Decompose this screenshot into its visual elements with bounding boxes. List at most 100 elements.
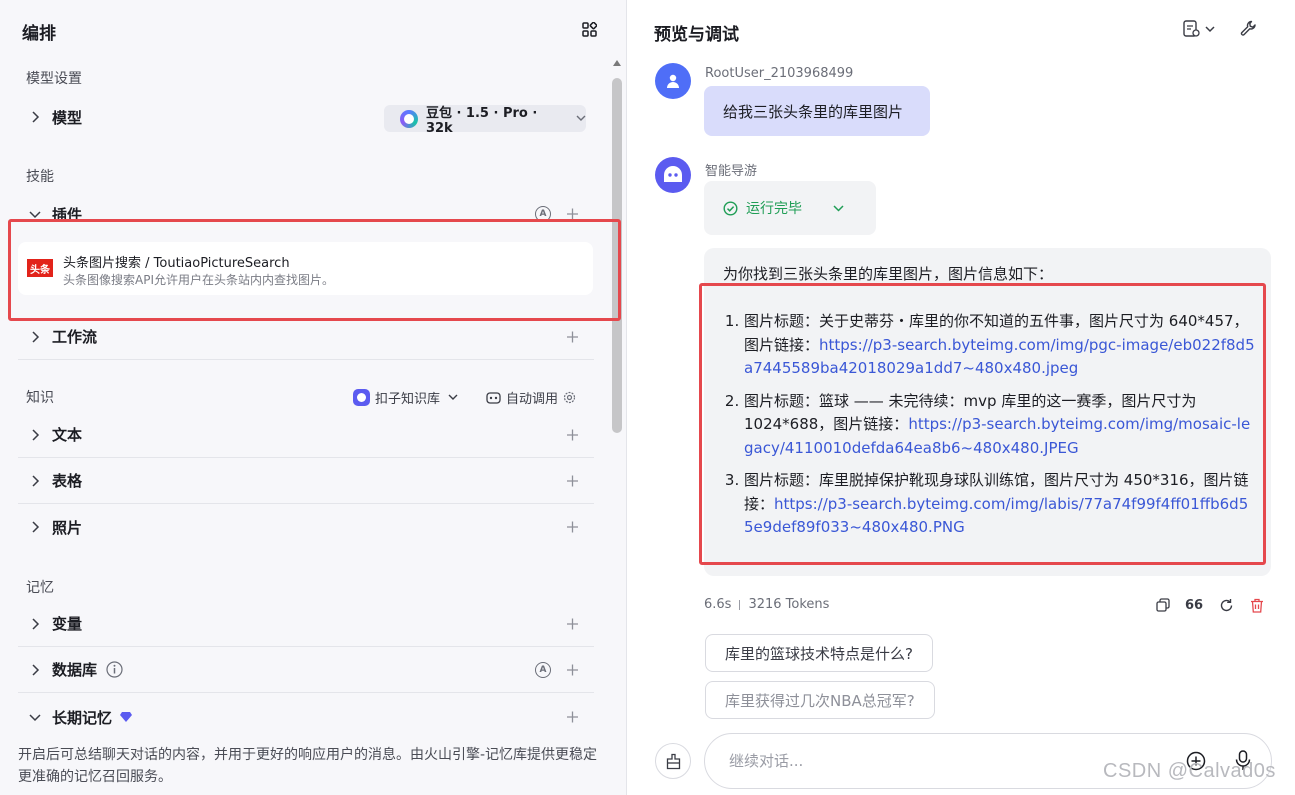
panel-title: 编排 (22, 24, 56, 44)
plus-icon[interactable] (567, 331, 578, 342)
suggestion-text: 库里的篮球技术特点是什么? (725, 644, 913, 663)
knowledge-row-label: 文本 (52, 426, 83, 444)
chevron-right-icon[interactable] (26, 472, 44, 490)
user-message: 给我三张头条里的库里图片 (704, 86, 930, 136)
section-label-memory: 记忆 (26, 580, 54, 596)
broom-icon (666, 753, 680, 769)
user-avatar (655, 63, 691, 99)
run-status-toggle[interactable]: 运行完毕 (704, 181, 876, 235)
long-term-memory-label: 长期记忆 (52, 708, 113, 727)
robot-icon (486, 391, 501, 404)
workflow-row-label: 工作流 (52, 328, 98, 346)
list-item: 图片标题：库里脱掉保护靴现身球队训练馆，图片尺寸为 450*316，图片链接：h… (744, 469, 1256, 540)
toutiao-logo: 头条 (27, 259, 53, 277)
auto-call-toggle[interactable]: 自动调用 (486, 388, 576, 407)
chevron-right-icon[interactable] (26, 661, 44, 679)
database-row[interactable]: 数据库 A (18, 647, 594, 693)
result-link[interactable]: https://p3-search.byteimg.com/img/pgc-im… (744, 336, 1255, 378)
check-circle-icon (723, 200, 738, 216)
model-row-label: 模型 (52, 108, 83, 127)
section-label-knowledge: 知识 (26, 390, 54, 406)
chevron-down-icon[interactable] (26, 708, 44, 726)
delete-icon[interactable] (1248, 596, 1266, 614)
scroll-up-arrow-icon[interactable] (613, 60, 621, 66)
plugin-card-toutiao[interactable]: 头条 头条图片搜索 / ToutiaoPictureSearch 头条图像搜索A… (18, 242, 593, 295)
scroll-thumb[interactable] (612, 78, 622, 433)
token-count: 3216 Tokens (748, 597, 830, 612)
regenerate-icon[interactable] (1217, 596, 1235, 614)
knowledge-row-photo[interactable]: 照片 (18, 504, 594, 550)
auto-call-label: 自动调用 (506, 392, 559, 407)
auto-mode-icon[interactable]: A (535, 206, 551, 222)
bot-name: 智能导游 (705, 164, 758, 179)
settings-gear-icon[interactable] (563, 391, 576, 404)
suggestion-chip[interactable]: 库里获得过几次NBA总冠军? (705, 681, 935, 719)
chevron-down-icon[interactable] (26, 205, 44, 223)
variables-row-label: 变量 (52, 615, 83, 633)
section-label-model-settings: 模型设置 (26, 71, 82, 87)
suggestion-text: 库里获得过几次NBA总冠军? (725, 691, 915, 710)
quote-icon[interactable]: 66 (1185, 596, 1203, 614)
plus-icon[interactable] (567, 521, 578, 533)
long-term-memory-description: 开启后可总结聊天对话的内容，并用于更好的响应用户的消息。由火山引擎-记忆库提供更… (18, 747, 598, 785)
preview-debug-panel: 预览与调试 RootUser_2103968499 给我三张头条里的库里图片 智… (628, 0, 1295, 795)
plus-icon[interactable] (567, 208, 578, 220)
chevron-down-icon (576, 115, 586, 121)
info-icon[interactable] (106, 661, 123, 678)
model-selector[interactable]: 豆包 · 1.5 · Pro · 32k (384, 105, 586, 136)
user-message-text: 给我三张头条里的库里图片 (723, 102, 904, 121)
knowledge-row-text[interactable]: 文本 (18, 412, 594, 458)
plugin-name: 头条图片搜索 / ToutiaoPictureSearch (63, 256, 290, 271)
plugins-row-label: 插件 (52, 205, 83, 224)
user-icon (667, 74, 679, 88)
chevron-right-icon[interactable] (26, 518, 44, 536)
suggestion-chip[interactable]: 库里的篮球技术特点是什么? (705, 634, 933, 672)
document-settings-icon[interactable] (1183, 20, 1217, 38)
knowledge-row-table[interactable]: 表格 (18, 458, 594, 504)
chevron-down-icon (833, 204, 844, 212)
model-name: 豆包 · 1.5 · Pro · 32k (425, 105, 538, 136)
knowledge-row-label: 表格 (52, 472, 83, 490)
plus-icon[interactable] (567, 618, 578, 629)
bot-avatar (655, 157, 691, 193)
section-label-skills: 技能 (26, 169, 54, 185)
orchestration-panel: 编排 模型设置 模型 豆包 · 1.5 · Pro · 32k 技能 插件 A … (0, 0, 627, 795)
knowledge-row-label: 照片 (52, 518, 83, 537)
chevron-right-icon[interactable] (26, 108, 44, 126)
panel-title: 预览与调试 (654, 25, 739, 45)
chevron-down-icon (448, 394, 458, 400)
result-link[interactable]: https://p3-search.byteimg.com/img/labis/… (744, 495, 1248, 537)
layout-grid-icon[interactable] (582, 22, 597, 37)
long-term-memory-row[interactable]: 长期记忆 (18, 694, 594, 740)
workflow-row[interactable]: 工作流 (18, 314, 594, 360)
plus-icon[interactable] (567, 664, 578, 675)
scrollbar[interactable] (611, 60, 623, 795)
chevron-right-icon[interactable] (26, 615, 44, 633)
coze-kb-icon (353, 389, 370, 406)
kb-select-label: 扣子知识库 (375, 392, 441, 407)
database-row-label: 数据库 (52, 661, 98, 679)
plugin-description: 头条图像搜索API允许用户在头条站内内查找图片。 (63, 273, 334, 287)
plus-icon[interactable] (567, 429, 578, 440)
knowledge-base-select[interactable]: 扣子知识库 (353, 388, 458, 407)
run-status-label: 运行完毕 (746, 201, 802, 217)
copy-icon[interactable] (1154, 596, 1172, 614)
plus-icon[interactable] (567, 711, 578, 723)
bot-answer: 为你找到三张头条里的库里图片，图片信息如下： 图片标题：关于史蒂芬・库里的你不知… (704, 248, 1271, 576)
doubao-logo-icon (400, 109, 418, 128)
list-item: 图片标题：关于史蒂芬・库里的你不知道的五件事，图片尺寸为 640*457，图片链… (744, 310, 1256, 381)
chevron-right-icon[interactable] (26, 328, 44, 346)
response-meta: 6.6s 3216 Tokens (704, 597, 829, 612)
variables-row[interactable]: 变量 (18, 601, 594, 647)
plus-icon[interactable] (567, 475, 578, 486)
debug-dropdown[interactable] (1183, 20, 1217, 42)
divider (739, 599, 741, 610)
chevron-right-icon[interactable] (26, 426, 44, 444)
wrench-icon[interactable] (1240, 20, 1257, 41)
response-time: 6.6s (704, 597, 732, 612)
bot-face-icon (664, 166, 682, 182)
diamond-premium-icon (120, 712, 133, 722)
plugins-row[interactable]: 插件 A (18, 191, 594, 237)
auto-mode-icon[interactable]: A (535, 662, 551, 678)
clear-context-button[interactable] (655, 743, 691, 779)
